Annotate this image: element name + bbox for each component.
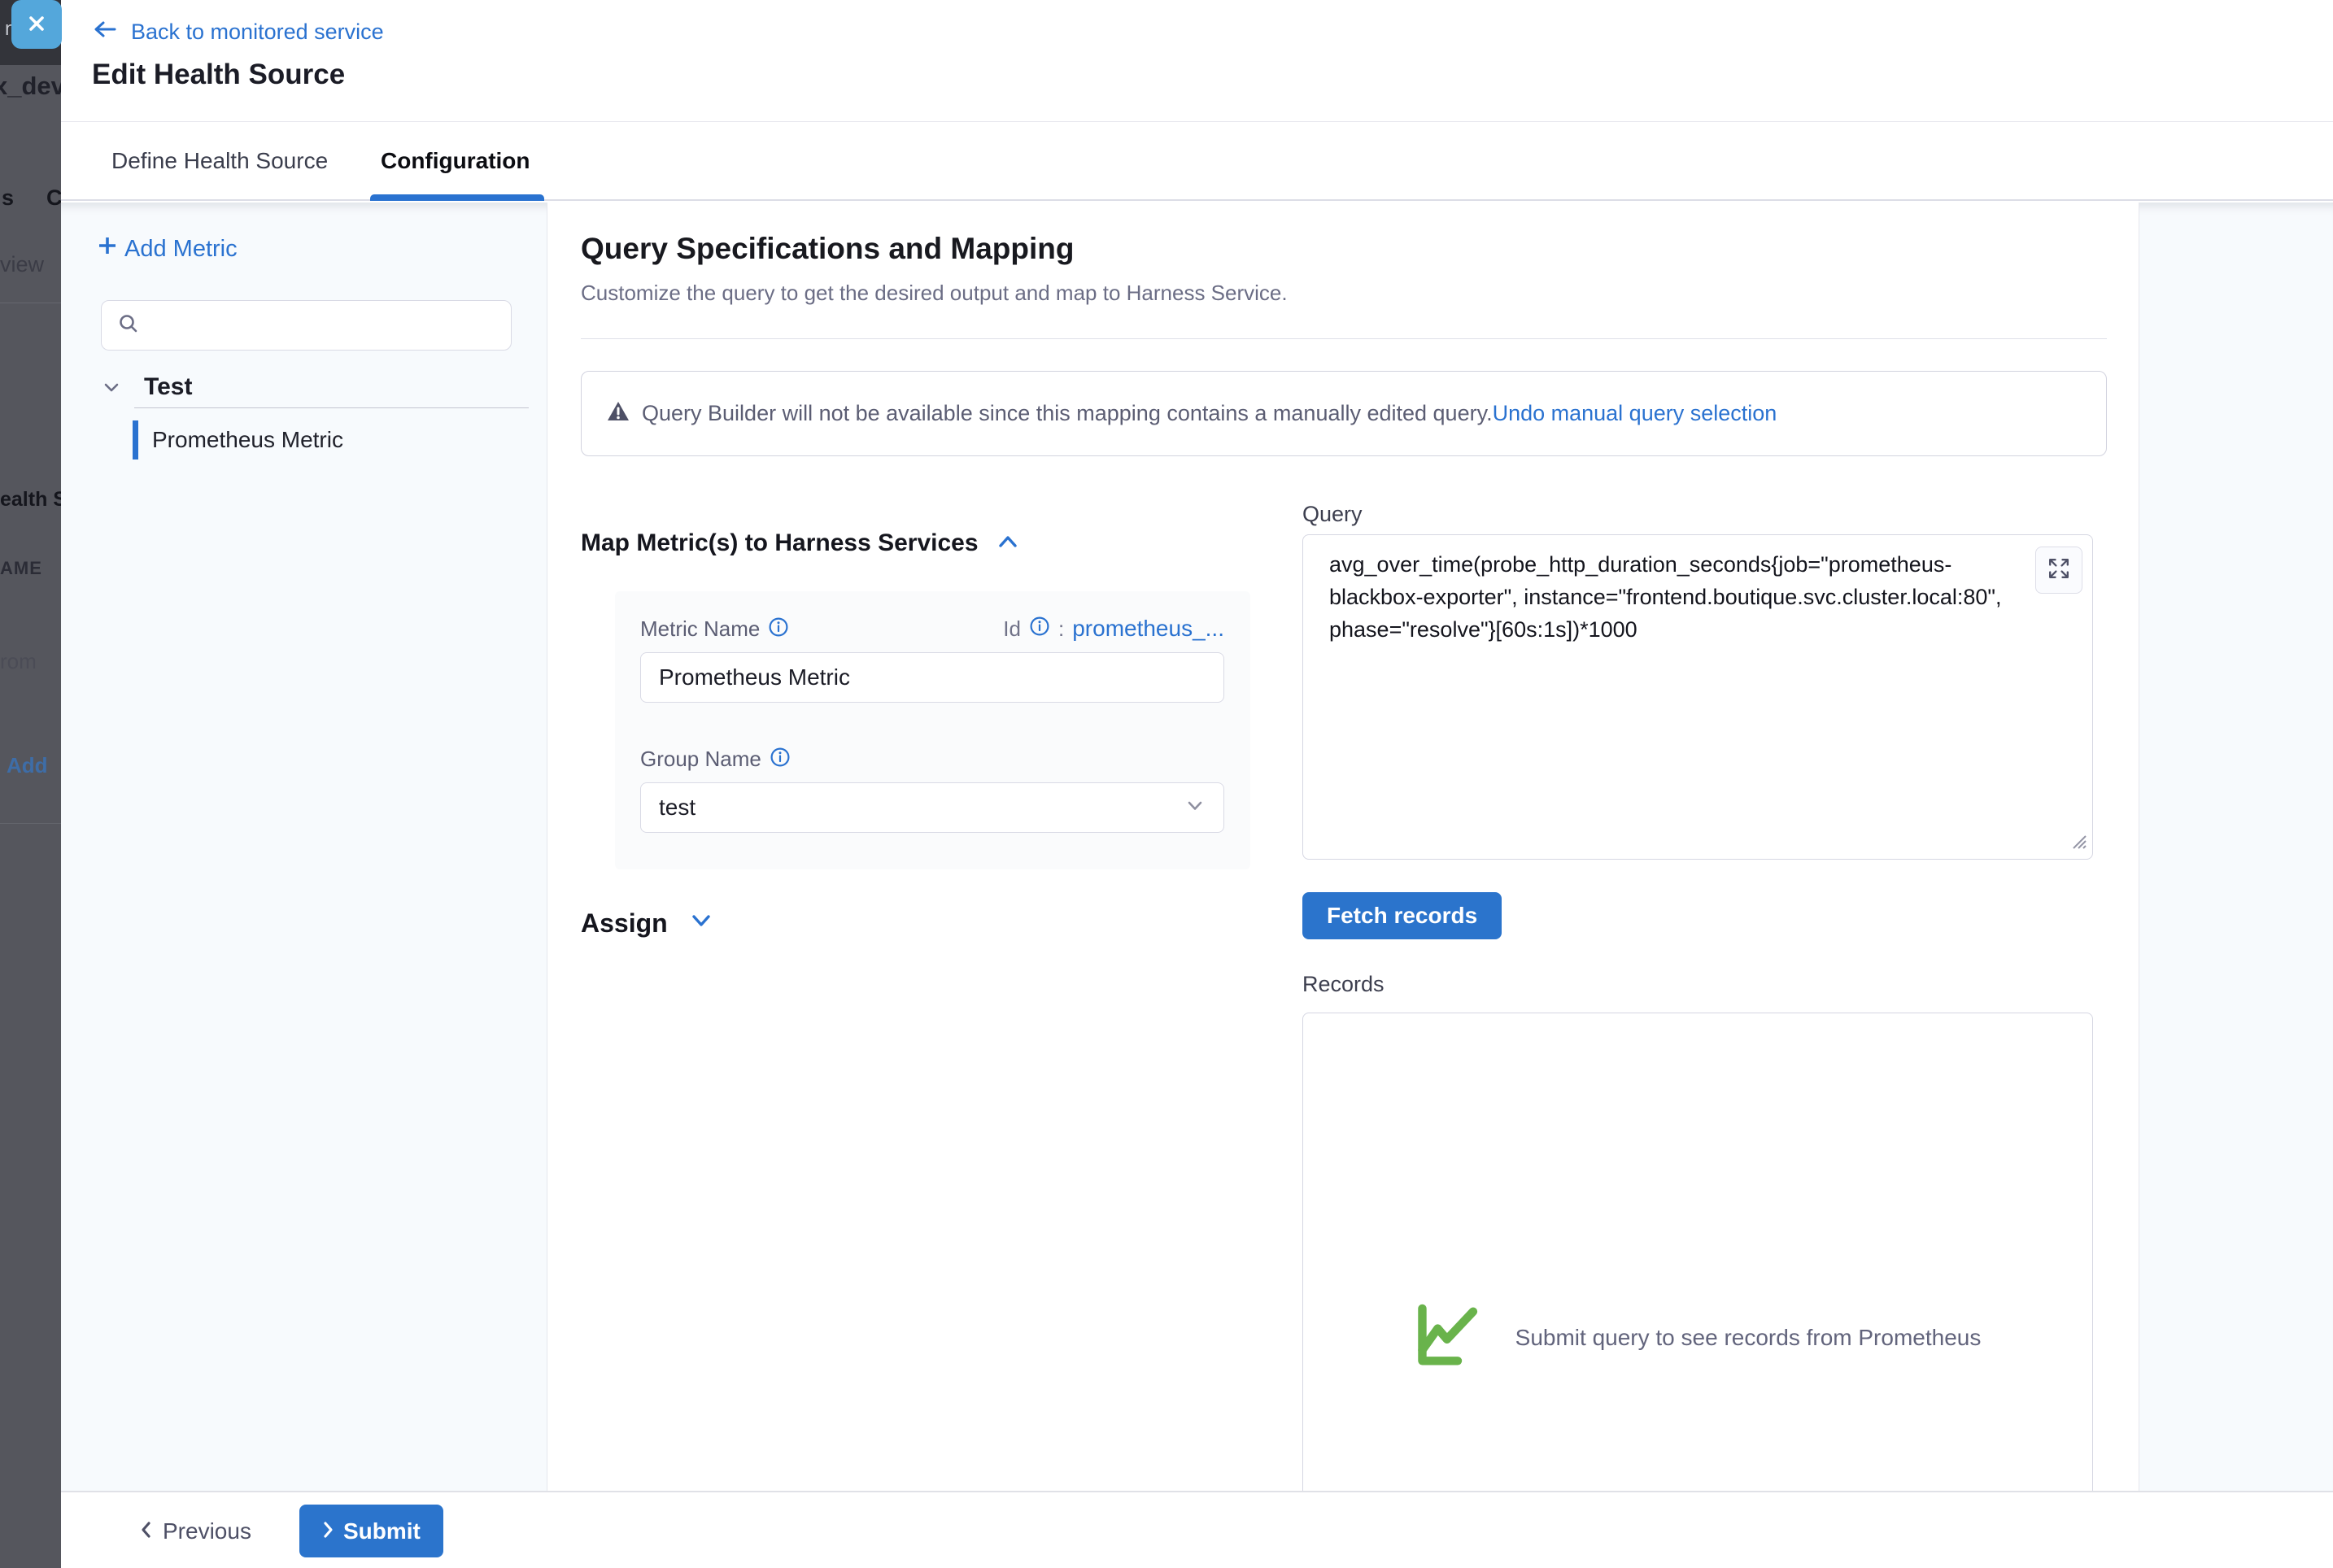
add-metric-label: Add Metric (124, 236, 238, 263)
group-divider (134, 407, 529, 408)
back-link-label: Back to monitored service (131, 20, 384, 45)
background-fragment: s (2, 185, 14, 211)
selected-indicator (133, 420, 138, 460)
query-label: Query (1302, 502, 1363, 527)
chevron-down-icon[interactable] (689, 913, 713, 934)
chevron-left-icon (140, 1518, 151, 1544)
query-mapping-panel: Query Specifications and Mapping Customi… (547, 203, 2139, 1491)
background-fragment: Add (7, 753, 48, 778)
assign-section-title: Assign (581, 908, 668, 939)
page-title: Edit Health Source (92, 59, 345, 91)
screen: n x_dev s C view ealth S AME rom Add Bac… (0, 0, 2333, 1568)
mapping-column: Map Metric(s) to Harness Services Metric… (581, 203, 1254, 1491)
search-input[interactable] (150, 313, 492, 338)
search-icon (116, 311, 141, 340)
tab-bar: Define Health Source Configuration (61, 123, 2333, 201)
close-icon (25, 12, 48, 37)
background-divider (0, 823, 61, 824)
close-button[interactable] (11, 0, 62, 49)
fetch-records-button[interactable]: Fetch records (1302, 892, 1502, 939)
sidebar-item-prometheus-metric[interactable]: Prometheus Metric (61, 417, 547, 463)
metric-id-link[interactable]: prometheus_... (1072, 616, 1224, 642)
info-icon[interactable] (768, 616, 789, 642)
query-editor: avg_over_time(probe_http_duration_second… (1302, 534, 2093, 860)
info-icon[interactable] (770, 747, 791, 772)
records-empty-message: Submit query to see records from Prometh… (1515, 1325, 1982, 1351)
query-textarea[interactable]: avg_over_time(probe_http_duration_second… (1329, 548, 2026, 646)
background-fragment: view (0, 252, 44, 277)
metric-mapping-card: Metric Name Id : (615, 591, 1250, 869)
back-link[interactable]: Back to monitored service (92, 20, 384, 45)
metric-group-row[interactable]: Test (61, 370, 547, 409)
line-chart-icon (1415, 1302, 1501, 1374)
group-name-select[interactable]: test (640, 782, 1224, 833)
maximize-icon (2044, 554, 2074, 587)
chevron-right-icon (322, 1518, 334, 1544)
background-overlay-strip: n x_dev s C view ealth S AME rom Add (0, 0, 61, 1568)
chevron-down-icon (1184, 799, 1206, 817)
resize-handle[interactable] (2069, 831, 2088, 855)
edit-health-source-modal: Back to monitored service Edit Health So… (61, 0, 2333, 1568)
active-tab-underline (370, 194, 544, 201)
query-column: Query avg_over_time(probe_http_duration_… (1302, 203, 2093, 1491)
chevron-down-icon (99, 380, 124, 400)
id-label: Id (1003, 616, 1021, 642)
metric-search (101, 300, 512, 351)
map-metrics-title: Map Metric(s) to Harness Services (581, 529, 979, 557)
background-fragment: AME (0, 558, 42, 579)
arrow-left-icon (92, 20, 118, 45)
previous-button[interactable]: Previous (140, 1510, 251, 1553)
submit-button[interactable]: Submit (299, 1505, 443, 1557)
id-colon: : (1058, 616, 1064, 642)
group-name-label: Group Name (640, 747, 761, 772)
background-fragment: C (46, 185, 61, 211)
background-fragment: x_dev (0, 72, 61, 101)
background-fragment: ealth S (0, 488, 61, 512)
plus-icon (95, 233, 120, 264)
background-fragment: rom (0, 649, 37, 674)
info-icon[interactable] (1029, 616, 1050, 642)
add-metric-button[interactable]: Add Metric (95, 233, 238, 264)
metric-group-label: Test (144, 373, 192, 401)
metric-name-label: Metric Name (640, 616, 760, 642)
tab-define-health-source[interactable]: Define Health Source (111, 123, 328, 199)
modal-footer: Previous Submit (61, 1491, 2333, 1568)
submit-label: Submit (343, 1518, 421, 1544)
metrics-sidebar: Add Metric Test Promet (61, 203, 547, 1491)
previous-label: Previous (163, 1518, 251, 1544)
modal-header: Back to monitored service Edit Health So… (61, 0, 2333, 122)
records-label: Records (1302, 972, 1385, 997)
expand-query-button[interactable] (2035, 547, 2082, 594)
chevron-up-icon[interactable] (996, 534, 1019, 553)
metric-item-label: Prometheus Metric (152, 427, 343, 453)
tab-configuration[interactable]: Configuration (381, 123, 530, 199)
group-name-value: test (659, 795, 696, 821)
modal-body: Add Metric Test Promet (61, 203, 2333, 1491)
records-panel: Submit query to see records from Prometh… (1302, 1013, 2093, 1491)
metric-name-input[interactable] (640, 652, 1224, 703)
